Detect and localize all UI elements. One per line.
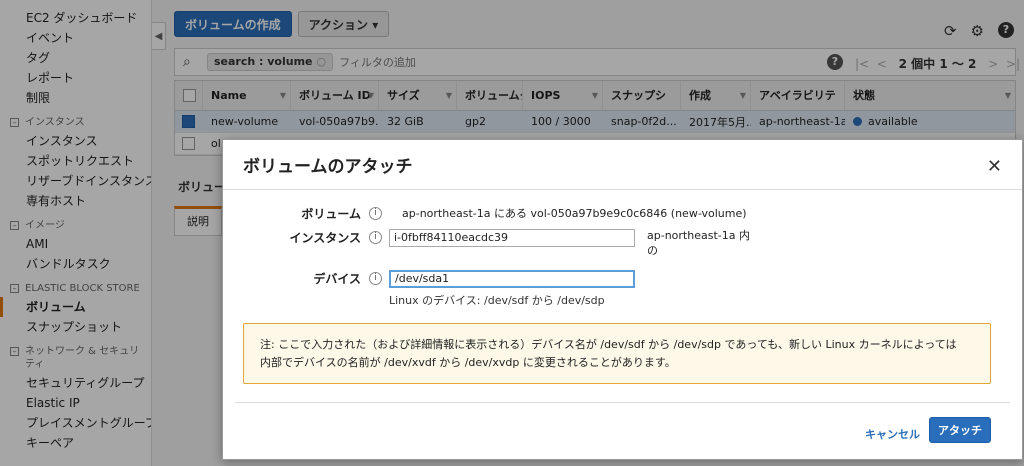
device-label: デバイス — [313, 271, 361, 286]
instance-suffix-line2: の — [647, 244, 658, 257]
device-naming-note: 注: ここで入力された（および詳細情報に表示される）デバイス名が /dev/sd… — [243, 323, 991, 384]
close-icon[interactable]: ✕ — [987, 156, 1002, 177]
device-input[interactable]: /dev/sda1 — [389, 270, 635, 288]
instance-suffix-line1: ap-northeast-1a 内 — [647, 229, 750, 242]
volume-value: ap-northeast-1a にある vol-050a97b9e9c0c684… — [402, 207, 747, 220]
info-icon[interactable]: i — [369, 230, 382, 244]
info-icon[interactable]: i — [369, 271, 382, 285]
cancel-button[interactable]: キャンセル — [865, 426, 920, 442]
instance-row: インスタンス i — [223, 227, 382, 247]
instance-label: インスタンス — [289, 230, 361, 245]
dialog-header: ボリュームのアタッチ — [223, 140, 1022, 190]
volume-label: ボリューム — [301, 206, 361, 221]
attach-volume-dialog: ボリュームのアタッチ ✕ ボリューム i ap-northeast-1a にある… — [222, 139, 1023, 460]
note-line-2: 内部でデバイスの名前が /dev/xvdf から /dev/xvdp に変更され… — [260, 356, 676, 369]
note-line-1: 注: ここで入力された（および詳細情報に表示される）デバイス名が /dev/sd… — [260, 338, 957, 351]
dialog-title: ボリュームのアタッチ — [243, 157, 413, 177]
dialog-divider — [235, 402, 1010, 403]
volume-row: ボリューム i ap-northeast-1a にある vol-050a97b9… — [223, 203, 747, 223]
instance-input[interactable]: i-0fbff84110eacdc39 — [389, 229, 635, 247]
device-row: デバイス i — [223, 268, 382, 288]
device-hint: Linux のデバイス: /dev/sdf から /dev/sdp — [389, 294, 605, 307]
instance-az-suffix: ap-northeast-1a 内 の — [647, 228, 750, 258]
info-icon[interactable]: i — [369, 206, 382, 220]
attach-button[interactable]: アタッチ — [929, 417, 991, 443]
